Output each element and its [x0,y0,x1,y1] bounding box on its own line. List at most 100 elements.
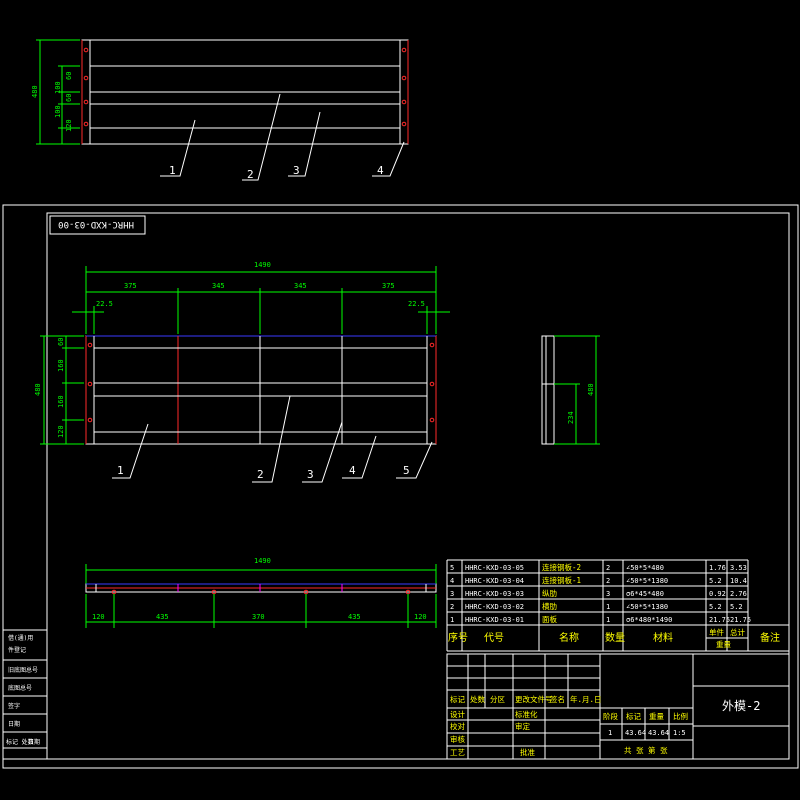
left-strip-label-8: 日期 [28,738,40,746]
front-view-seg-1: 375 [124,282,137,290]
parts-list: 5 HHRC-KXD-03-05 连接钢板-2 2 ∠50*5*480 1.76 3.53 4… [446,559,790,652]
parts-cell-code: HHRC-KXD-03-05 [465,564,524,572]
parts-header-qty: 数量 [605,631,625,644]
front-view-height-2: 160 [57,359,65,372]
parts-cell-qty: 3 [606,590,610,598]
parts-cell-material: σ6*480*1490 [626,616,672,624]
role-label-4: 审核 [450,734,465,744]
parts-cell-name: 连接钢板-2 [542,562,581,572]
parts-header-no: 序号 [448,631,468,644]
bottom-view-seg-5: 120 [414,613,427,621]
sig-label-6: 年.月.日 [570,694,602,704]
role-label-1: 设计 [450,709,465,719]
top-view-overall-dim: 480 [31,85,39,98]
parts-cell-total: 5.2 [730,603,743,611]
left-strip-label-4: 底图总号 [8,684,32,692]
parts-cell-code: HHRC-KXD-03-04 [465,577,524,585]
side-view-overall-height: 480 [587,383,595,396]
front-view-overall-width: 1490 [254,261,271,269]
front-view-edge-left: 22.5 [96,300,113,308]
role-label-7: 批准 [520,747,535,757]
parts-cell-code: HHRC-KXD-03-01 [465,616,524,624]
side-view-lower-dim: 234 [567,411,575,424]
parts-cell-name: 面板 [542,614,557,624]
front-view-overall-height: 480 [34,383,42,396]
sig-label-3: 分区 [490,695,505,704]
drawing-number-box: HHRC-KXD-03-00 [49,215,146,235]
parts-header-unit: 单件 [709,627,724,637]
parts-cell-no: 1 [450,616,454,624]
parts-cell-name: 连接钢板-1 [542,575,581,585]
parts-cell-material: ∠50*5*480 [626,564,664,572]
sig-label-5: 签名 [550,694,565,704]
top-view-callout-2: 2 [247,168,254,181]
parts-cell-qty: 2 [606,577,610,585]
left-strip-label-5: 签字 [8,702,20,710]
front-view-seg-4: 375 [382,282,395,290]
parts-cell-unit: 5.2 [709,603,722,611]
stage-value-3: 43.64 [648,729,669,737]
drawing-title: 外模-2 [722,699,760,713]
front-view-callout-2: 2 [257,468,264,481]
parts-cell-name: 横肋 [542,601,557,611]
stage-value-4: 1:5 [673,729,686,737]
top-view-dim-1: 60 [65,72,73,80]
top-view: 480 60 100 60 100 120 1 2 3 4 [31,39,409,181]
stage-header-1: 阶段 [603,711,618,721]
front-view-seg-3: 345 [294,282,307,290]
parts-cell-material: ∠50*5*1380 [626,603,668,611]
bottom-view-seg-2: 435 [156,613,169,621]
parts-cell-qty: 1 [606,603,610,611]
front-view-outline [85,335,437,445]
sig-label-4: 更改文件号 [515,694,553,704]
front-view-callout-1: 1 [117,464,124,477]
stage-header-4: 比例 [673,711,688,721]
front-view-callout-5: 5 [403,464,410,477]
left-strip-label-3: 旧底图总号 [8,666,38,674]
parts-cell-material: ∠50*5*1380 [626,577,668,585]
top-view-dim-5: 120 [65,119,73,132]
parts-header-name: 名称 [559,631,579,644]
parts-header-remark: 备注 [760,631,780,644]
parts-cell-total: 2.76 [730,590,747,598]
parts-header-total: 总计 [730,627,745,637]
parts-cell-no: 2 [450,603,454,611]
parts-cell-qty: 2 [606,564,610,572]
parts-cell-total: 3.53 [730,564,747,572]
parts-header-code: 代号 [484,632,504,644]
parts-cell-no: 5 [450,564,454,572]
sheet-border-outer [2,204,799,769]
parts-cell-no: 3 [450,590,454,598]
parts-cell-code: HHRC-KXD-03-02 [465,603,524,611]
parts-header-weight: 重量 [716,640,731,649]
front-view-callout-4: 4 [349,464,356,477]
parts-cell-material: σ6*45*480 [626,590,664,598]
stage-value-2: 43.64 [625,729,646,737]
left-strip-label-2: 件登记 [8,646,26,654]
sig-label-1: 标记 [450,694,465,704]
front-view: 1490 375 345 345 375 22.5 22.5 480 60 16… [34,261,450,483]
left-strip-label-1: 借(通)用 [8,634,33,642]
cad-drawing-canvas: 480 60 100 60 100 120 1 2 3 4 HHRC-KXD-0… [0,0,800,800]
parts-cell-no: 4 [450,577,454,585]
parts-cell-qty: 1 [606,616,610,624]
role-label-3: 校对 [450,721,465,731]
top-view-callout-4: 4 [377,164,384,177]
left-strip: 借(通)用件登记旧底图总号底图总号签字日期标记 处数日期 [2,629,48,760]
front-view-height-1: 60 [57,338,65,346]
sig-label-2: 处数 [470,694,485,704]
top-view-dim-3: 60 [65,94,73,102]
parts-header-material: 材料 [653,631,673,644]
stage-header-2: 标记 [626,711,641,721]
left-strip-label-6: 日期 [8,720,20,728]
parts-cell-unit: 1.76 [709,564,726,572]
top-view-callout-3: 3 [293,164,300,177]
bottom-view-overall-width: 1490 [254,557,271,565]
front-view-seg-2: 345 [212,282,225,290]
parts-cell-total: 10.4 [730,577,747,585]
parts-cell-code: HHRC-KXD-03-03 [465,590,524,598]
front-view-edge-right: 22.5 [408,300,425,308]
stage-value-1: 1 [608,729,612,737]
top-view-dim-4: 100 [54,105,62,118]
front-view-callout-3: 3 [307,468,314,481]
